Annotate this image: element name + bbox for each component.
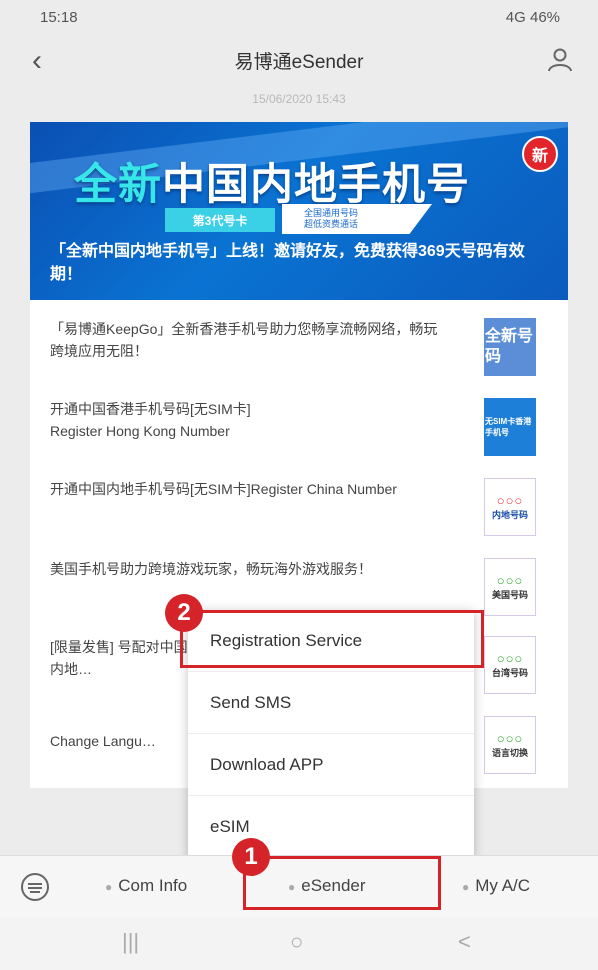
list-item-text: 开通中国香港手机号码[无SIM卡] Register Hong Kong Num… xyxy=(50,401,251,439)
step-marker-1: 1 xyxy=(232,838,270,876)
menu-item-send-sms[interactable]: Send SMS xyxy=(188,672,474,734)
list-item-text: 美国手机号助力跨境游戏玩家，畅玩海外游戏服务！ xyxy=(50,561,372,577)
list-item[interactable]: 开通中国香港手机号码[无SIM卡] Register Hong Kong Num… xyxy=(50,398,550,464)
list-item-thumbnail: 无SIM卡香港手机号 xyxy=(484,398,536,456)
list-item[interactable]: 开通中国内地手机号码[无SIM卡]Register China Number ○… xyxy=(50,478,550,544)
back-icon[interactable]: ‹ xyxy=(22,44,52,78)
status-time: 15:18 xyxy=(40,8,78,26)
highlight-box-esender xyxy=(243,856,441,910)
system-nav-bar: ||| ○ < xyxy=(0,917,598,970)
list-item-text: 开通中国内地手机号码[无SIM卡]Register China Number xyxy=(50,481,397,497)
status-indicators: 4G 46% xyxy=(505,8,560,26)
list-item-text: Change Langu… xyxy=(50,733,156,749)
status-bar: 15:18 4G 46% xyxy=(0,0,598,34)
profile-icon[interactable] xyxy=(546,46,574,74)
banner-title: 全新中国内地手机号 xyxy=(74,161,470,209)
list-item[interactable]: 「易博通KeepGo」全新香港手机号助力您畅享流畅网络，畅玩跨境应用无阻！ 全新… xyxy=(50,318,550,384)
list-item-thumbnail: ○○○ 台湾号码 xyxy=(484,636,536,694)
step-marker-2: 2 xyxy=(165,594,203,632)
menu-item-esim[interactable]: eSIM xyxy=(188,796,474,858)
list-item-thumbnail: ○○○ 美国号码 xyxy=(484,558,536,616)
keyboard-toggle-icon[interactable] xyxy=(20,872,50,902)
tab-com-info[interactable]: ● Com Info xyxy=(105,876,187,896)
promo-note: 全国通用号码 超低资费通话 xyxy=(282,204,432,234)
page-title: 易博通eSender xyxy=(234,51,364,73)
home-button[interactable]: ○ xyxy=(290,929,303,955)
list-item-thumbnail: ○○○ 语言切换 xyxy=(484,716,536,774)
menu-item-download-app[interactable]: Download APP xyxy=(188,734,474,796)
list-item-thumbnail: ○○○ 内地号码 xyxy=(484,478,536,536)
back-button[interactable]: < xyxy=(458,929,471,955)
list-item-text: 「易博通KeepGo」全新香港手机号助力您畅享流畅网络，畅玩跨境应用无阻！ xyxy=(50,321,438,359)
message-timestamp: 15/06/2020 15:43 xyxy=(252,92,346,106)
title-bar: ‹ 易博通eSender xyxy=(0,34,598,86)
banner-caption: 「全新中国内地手机号」上线！邀请好友，免费获得369天号码有效期！ xyxy=(50,243,525,283)
promo-pill: 第3代号卡 xyxy=(165,208,275,232)
highlight-box-registration xyxy=(180,610,484,668)
list-item-text: [限量发售] 号配对中国内地… xyxy=(50,639,188,677)
promo-banner[interactable]: 全新中国内地手机号 新 第3代号卡 全国通用号码 超低资费通话 「全新中国内地手… xyxy=(30,122,568,300)
recent-apps-button[interactable]: ||| xyxy=(122,929,139,955)
tab-my-account[interactable]: ● My A/C xyxy=(462,876,530,896)
list-item-thumbnail: 全新号码 xyxy=(484,318,536,376)
new-badge: 新 xyxy=(522,136,558,172)
